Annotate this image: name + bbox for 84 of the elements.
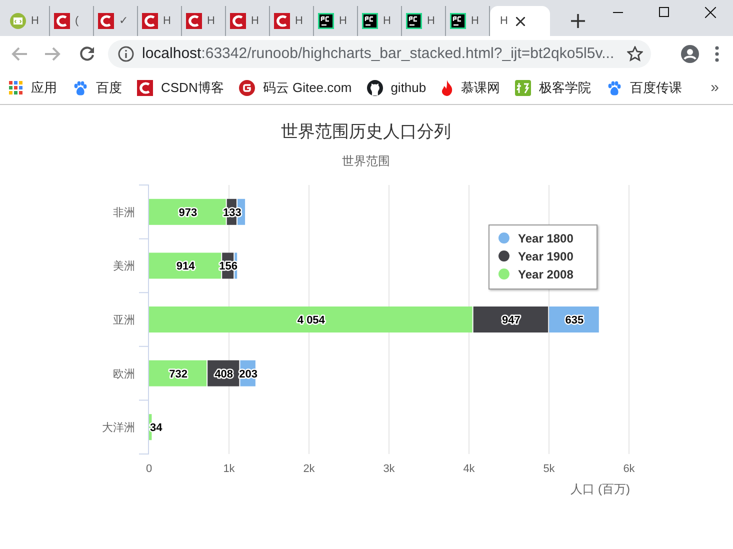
- account-icon[interactable]: [681, 45, 699, 63]
- data-label: 34: [150, 422, 162, 434]
- close-icon: [704, 6, 716, 18]
- star-icon[interactable]: [627, 46, 643, 62]
- tab-title: H: [339, 14, 347, 29]
- tab-title: H: [295, 14, 303, 29]
- legend-dot[interactable]: [498, 250, 510, 262]
- ide-logo-icon: [362, 13, 378, 29]
- bookmark-link[interactable]: github: [366, 78, 426, 98]
- c-logo-icon: [54, 13, 70, 29]
- tab-title: H: [207, 14, 215, 29]
- bookmark-link[interactable]: CSDN博客: [137, 78, 224, 98]
- paw-icon: [606, 80, 622, 96]
- browser-tab[interactable]: H: [490, 6, 550, 36]
- tab-title: H: [500, 14, 508, 29]
- code-badge-icon: [10, 13, 26, 29]
- chart-subtitle: 世界范围: [342, 154, 390, 168]
- bookmark-link[interactable]: 极客学院: [515, 78, 592, 98]
- cat-logo-icon: [366, 80, 383, 96]
- category-label: 美洲: [113, 260, 135, 273]
- chart-title: 世界范围历史人口分列: [281, 122, 451, 141]
- bookmark-link[interactable]: 百度传课: [606, 78, 682, 98]
- data-label: 408: [214, 368, 234, 380]
- axis-tick-label: 0: [146, 463, 152, 475]
- ide-logo-icon: [318, 13, 334, 29]
- bar-segment: [149, 414, 152, 440]
- axis-tick-label: 6k: [623, 463, 635, 475]
- category-label: 大洋洲: [102, 422, 135, 434]
- axis-tick-label: 4k: [463, 463, 475, 475]
- bookmark-link[interactable]: 码云 Gitee.com: [238, 78, 352, 98]
- ide-logo-icon: [406, 13, 422, 29]
- close-icon[interactable]: [516, 16, 525, 26]
- paw-icon: [72, 80, 88, 96]
- data-label: 635: [565, 314, 584, 326]
- bookmark-link[interactable]: 百度: [72, 78, 122, 98]
- tab-title: H: [251, 14, 259, 29]
- square-logo-icon: [515, 80, 532, 96]
- c-logo-icon: [137, 80, 153, 96]
- axis-tick-label: 2k: [303, 463, 315, 475]
- c-logo-icon: [230, 13, 246, 29]
- g-logo-icon: [238, 80, 255, 96]
- reload-icon: [79, 46, 95, 62]
- maximize-icon: [659, 7, 669, 17]
- apps-grid-icon: [9, 81, 23, 95]
- axis-tick-label: 1k: [223, 463, 235, 475]
- legend-label[interactable]: Year 1900: [518, 250, 574, 264]
- data-label: 732: [169, 368, 188, 380]
- c-logo-icon: [98, 13, 114, 29]
- c-logo-icon: [274, 13, 290, 29]
- c-logo-icon: [142, 13, 158, 29]
- info-icon: [118, 46, 134, 62]
- ide-logo-icon: [450, 13, 466, 29]
- category-label: 欧洲: [113, 368, 135, 380]
- data-label: 973: [178, 206, 198, 219]
- bookmark-link[interactable]: 慕课网: [441, 78, 500, 98]
- legend-label[interactable]: Year 1800: [518, 232, 574, 246]
- data-label: 914: [176, 260, 195, 273]
- category-label: 亚洲: [113, 314, 135, 326]
- axis-title: 人口 (百万): [570, 482, 630, 496]
- more-bookmarks-button[interactable]: »: [710, 76, 719, 100]
- url-text: localhost:63342/runoob/highcharts_bar_stacked.html?_ijt=bt2qko5l5v...: [142, 44, 616, 64]
- legend-dot[interactable]: [498, 232, 510, 244]
- menu-icon[interactable]: [715, 46, 719, 62]
- tab-title: H: [163, 14, 171, 29]
- legend-dot[interactable]: [498, 268, 510, 280]
- tab-title: H: [31, 14, 39, 29]
- forward-arrow-icon: [45, 47, 61, 61]
- flame-icon: [441, 80, 454, 96]
- axis-tick-label: 3k: [383, 463, 395, 475]
- back-arrow-icon: [11, 47, 27, 61]
- data-label: 947: [502, 314, 520, 326]
- axis-tick-label: 5k: [543, 463, 555, 475]
- tab-title: (: [75, 14, 79, 29]
- tab-title: H: [383, 14, 391, 29]
- address-bar[interactable]: localhost:63342/runoob/highcharts_bar_stacked.html?_ijt=bt2qko5l5v...: [108, 40, 651, 68]
- plus-icon: [571, 14, 585, 28]
- tab-title: H: [427, 14, 435, 29]
- c-logo-icon: [186, 13, 202, 29]
- bookmark-link[interactable]: 应用: [9, 78, 57, 98]
- data-label: 4 054: [297, 314, 325, 326]
- legend-label[interactable]: Year 2008: [518, 268, 574, 282]
- tab-title: ✓: [119, 14, 128, 29]
- category-label: 非洲: [113, 206, 135, 219]
- tab-title: H: [471, 14, 479, 29]
